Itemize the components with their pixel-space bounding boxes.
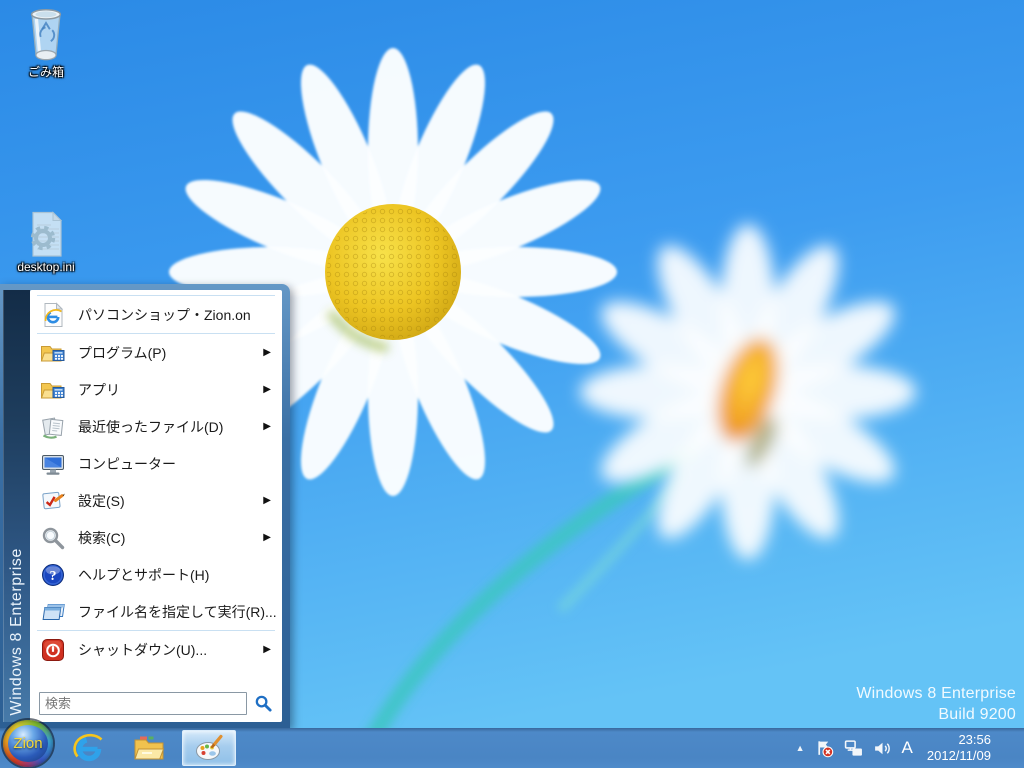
programs-folder-icon [40,340,66,366]
menu-item-help[interactable]: ? ヘルプとサポート(H) [35,556,277,593]
submenu-arrow-icon: ▶ [259,532,271,543]
menu-item-shutdown[interactable]: シャットダウン(U)... ▶ [35,631,277,668]
menu-item-label: 最近使ったファイル(D) [78,417,223,437]
recycle-bin-icon[interactable]: ごみ箱 [2,6,90,81]
watermark-edition: Windows 8 Enterprise [856,683,1016,704]
menu-item-label: シャットダウン(U)... [78,640,207,660]
start-menu-search-button[interactable] [250,691,277,716]
internet-explorer-icon [73,732,105,764]
recycle-bin-label: ごみ箱 [28,63,64,80]
desktop-ini-icon[interactable]: desktop.ini [2,210,90,276]
recent-files-icon [40,414,66,440]
apps-folder-icon [40,377,66,403]
start-menu-sidebar: Windows 8 Enterprise [3,290,30,722]
search-magnifier-icon [254,694,273,713]
sidebar-edition-text: Windows 8 Enterprise [8,548,26,716]
watermark-build: Build 9200 [856,704,1016,725]
menu-item-computer[interactable]: コンピューター [35,445,277,482]
taskbar-file-explorer-button[interactable] [122,730,176,766]
submenu-arrow-icon: ▶ [259,347,271,358]
start-orb-core: Zion [8,725,48,762]
submenu-arrow-icon: ▶ [259,644,271,655]
menu-item-label: 設定(S) [78,491,125,511]
start-menu-search-input[interactable] [39,692,247,715]
ie-shortcut-icon [40,302,66,328]
menu-item-label: ヘルプとサポート(H) [78,565,209,585]
clock-date: 2012/11/09 [927,748,991,764]
menu-item-label: ファイル名を指定して実行(R)... [78,602,277,622]
menu-item-label: パソコンショップ・Zion.on [78,305,251,325]
action-center-flag-icon[interactable] [815,739,834,758]
ini-file-glyph [25,210,67,258]
submenu-arrow-icon: ▶ [259,384,271,395]
taskbar-clock[interactable]: 23:56 2012/11/09 [923,732,991,764]
menu-item-search[interactable]: 検索(C) ▶ [35,519,277,556]
tray-overflow-arrow-icon[interactable]: ▲ [796,743,805,753]
menu-item-apps[interactable]: アプリ ▶ [35,371,277,408]
speaker-glyph [873,739,892,758]
clock-time: 23:56 [927,732,991,748]
search-icon [40,525,66,551]
build-watermark: Windows 8 Enterprise Build 9200 [856,683,1016,725]
start-button-label: Zion [13,735,42,752]
computer-icon [40,451,66,477]
network-glyph [844,739,863,758]
submenu-arrow-icon: ▶ [259,421,271,432]
system-tray: ▲ A 23:56 20 [796,728,1024,768]
menu-item-label: 検索(C) [78,528,125,548]
run-icon [40,599,66,625]
help-icon: ? [40,562,66,588]
start-menu-search-row [35,688,277,716]
submenu-arrow-icon: ▶ [259,495,271,506]
network-icon[interactable] [844,739,863,758]
file-explorer-icon [132,733,166,763]
menu-item-settings[interactable]: 設定(S) ▶ [35,482,277,519]
ime-language-indicator[interactable]: A [902,738,913,758]
volume-icon[interactable] [873,739,892,758]
shutdown-icon [40,637,66,663]
menu-item-label: コンピューター [78,454,176,474]
flag-alert-glyph [815,739,834,758]
recycle-bin-glyph [23,6,69,62]
settings-icon [40,488,66,514]
menu-item-homepage[interactable]: パソコンショップ・Zion.on [35,296,277,333]
start-menu: Windows 8 Enterprise パソコンショップ・Zion.on [0,284,290,728]
svg-text:?: ? [50,569,57,584]
menu-item-label: プログラム(P) [78,343,166,363]
menu-item-programs[interactable]: プログラム(P) ▶ [35,334,277,371]
start-button[interactable]: Zion [3,720,53,767]
taskbar-internet-explorer-button[interactable] [62,730,116,766]
start-menu-panel: パソコンショップ・Zion.on プログラム(P) ▶ アプリ [30,290,282,722]
paint-icon [194,733,224,763]
menu-item-label: アプリ [78,380,120,400]
taskbar: Zion [0,728,1024,768]
menu-item-recent-files[interactable]: 最近使ったファイル(D) ▶ [35,408,277,445]
desktop-ini-label: desktop.ini [17,260,74,274]
menu-item-run[interactable]: ファイル名を指定して実行(R)... [35,593,277,630]
taskbar-paint-button[interactable] [182,730,236,766]
